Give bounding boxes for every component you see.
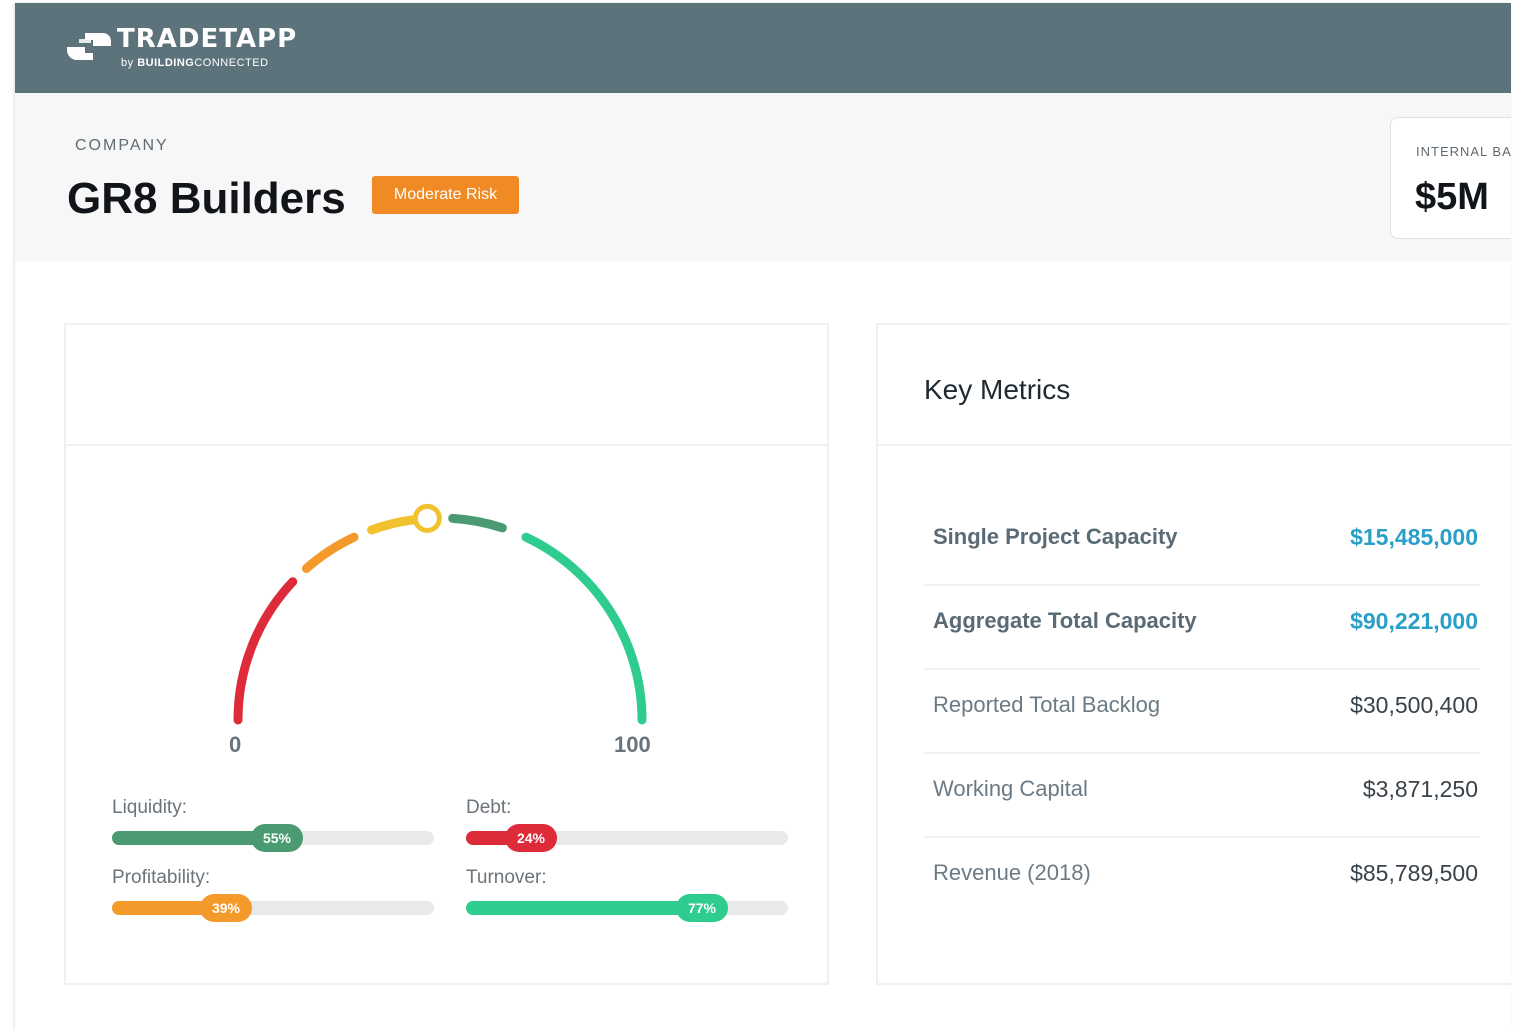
risk-gauge [233, 503, 647, 725]
company-label: COMPANY [75, 137, 169, 154]
metric-value: $15,485,000 [1350, 524, 1478, 550]
gauge-segment-4 [521, 532, 647, 725]
page: TRADETAPP by BUILDINGCONNECTED COMPANY G… [15, 3, 1511, 1030]
debt-value-pill: 24% [505, 824, 557, 852]
tradetapp-logo-icon [67, 33, 111, 60]
turnover-bar-track: 77% [466, 894, 788, 922]
metric-row-reported-total-backlog: Reported Total Backlog $30,500,400 [924, 670, 1480, 754]
metric-row-revenue: Revenue (2018) $85,789,500 [924, 838, 1480, 922]
logo-brand-light: CONNECTED [194, 57, 269, 69]
logo-brand-bold: BUILDING [137, 57, 195, 69]
liquidity-value-pill: 55% [251, 824, 303, 852]
internal-balance-value: $5M [1415, 176, 1489, 218]
turnover-label: Turnover: [466, 867, 547, 888]
key-metrics-card: Key Metrics Single Project Capacity $15,… [876, 323, 1511, 985]
internal-balance-card[interactable]: INTERNAL BALANCE $5M [1390, 117, 1511, 239]
metric-value: $30,500,400 [1350, 692, 1478, 718]
risk-badge: Moderate Risk [372, 176, 519, 214]
profitability-label: Profitability: [112, 867, 211, 888]
turnover-value-pill: 77% [676, 894, 728, 922]
metric-value: $3,871,250 [1362, 776, 1478, 802]
gauge-min-label: 0 [229, 732, 242, 757]
debt-label: Debt: [466, 797, 512, 818]
gauge-segment-1 [301, 532, 359, 573]
metric-row-single-project-capacity: Single Project Capacity $15,485,000 [924, 502, 1480, 586]
logo-by-text: by [121, 57, 134, 69]
metric-row-working-capital: Working Capital $3,871,250 [924, 754, 1480, 838]
company-name: GR8 Builders [67, 174, 346, 223]
liquidity-bar-track: 55% [112, 824, 434, 852]
risk-score-card: 0 100 Liquidity: 55% Debt: 24% Profitability… [64, 323, 829, 985]
metric-label: Working Capital [933, 776, 1088, 801]
metric-label: Aggregate Total Capacity [933, 608, 1197, 633]
gauge-segment-0 [233, 577, 298, 725]
metric-label: Single Project Capacity [933, 524, 1178, 549]
metric-label: Reported Total Backlog [933, 692, 1161, 717]
top-navbar: TRADETAPP by BUILDINGCONNECTED [15, 3, 1511, 93]
company-header: COMPANY GR8 Builders Moderate Risk INTER… [15, 93, 1511, 261]
gauge-indicator-marker [412, 503, 442, 533]
internal-balance-label: INTERNAL BALANCE [1416, 144, 1511, 159]
gauge-segment-3 [448, 513, 507, 533]
card-header-divider [878, 444, 1511, 446]
profitability-bar-track: 39% [112, 894, 434, 922]
metric-value: $85,789,500 [1350, 860, 1478, 886]
liquidity-label: Liquidity: [112, 797, 187, 818]
debt-bar-track: 24% [466, 824, 788, 852]
metric-label: Revenue (2018) [933, 860, 1091, 885]
metric-row-aggregate-total-capacity: Aggregate Total Capacity $90,221,000 [924, 586, 1480, 670]
app-logo-name[interactable]: TRADETAPP [117, 23, 297, 55]
profitability-value-pill: 39% [200, 894, 252, 922]
metric-value: $90,221,000 [1350, 608, 1478, 634]
app-logo-byline: by BUILDINGCONNECTED [121, 56, 269, 70]
key-metrics-title: Key Metrics [924, 374, 1071, 405]
gauge-max-label: 100 [614, 732, 651, 757]
